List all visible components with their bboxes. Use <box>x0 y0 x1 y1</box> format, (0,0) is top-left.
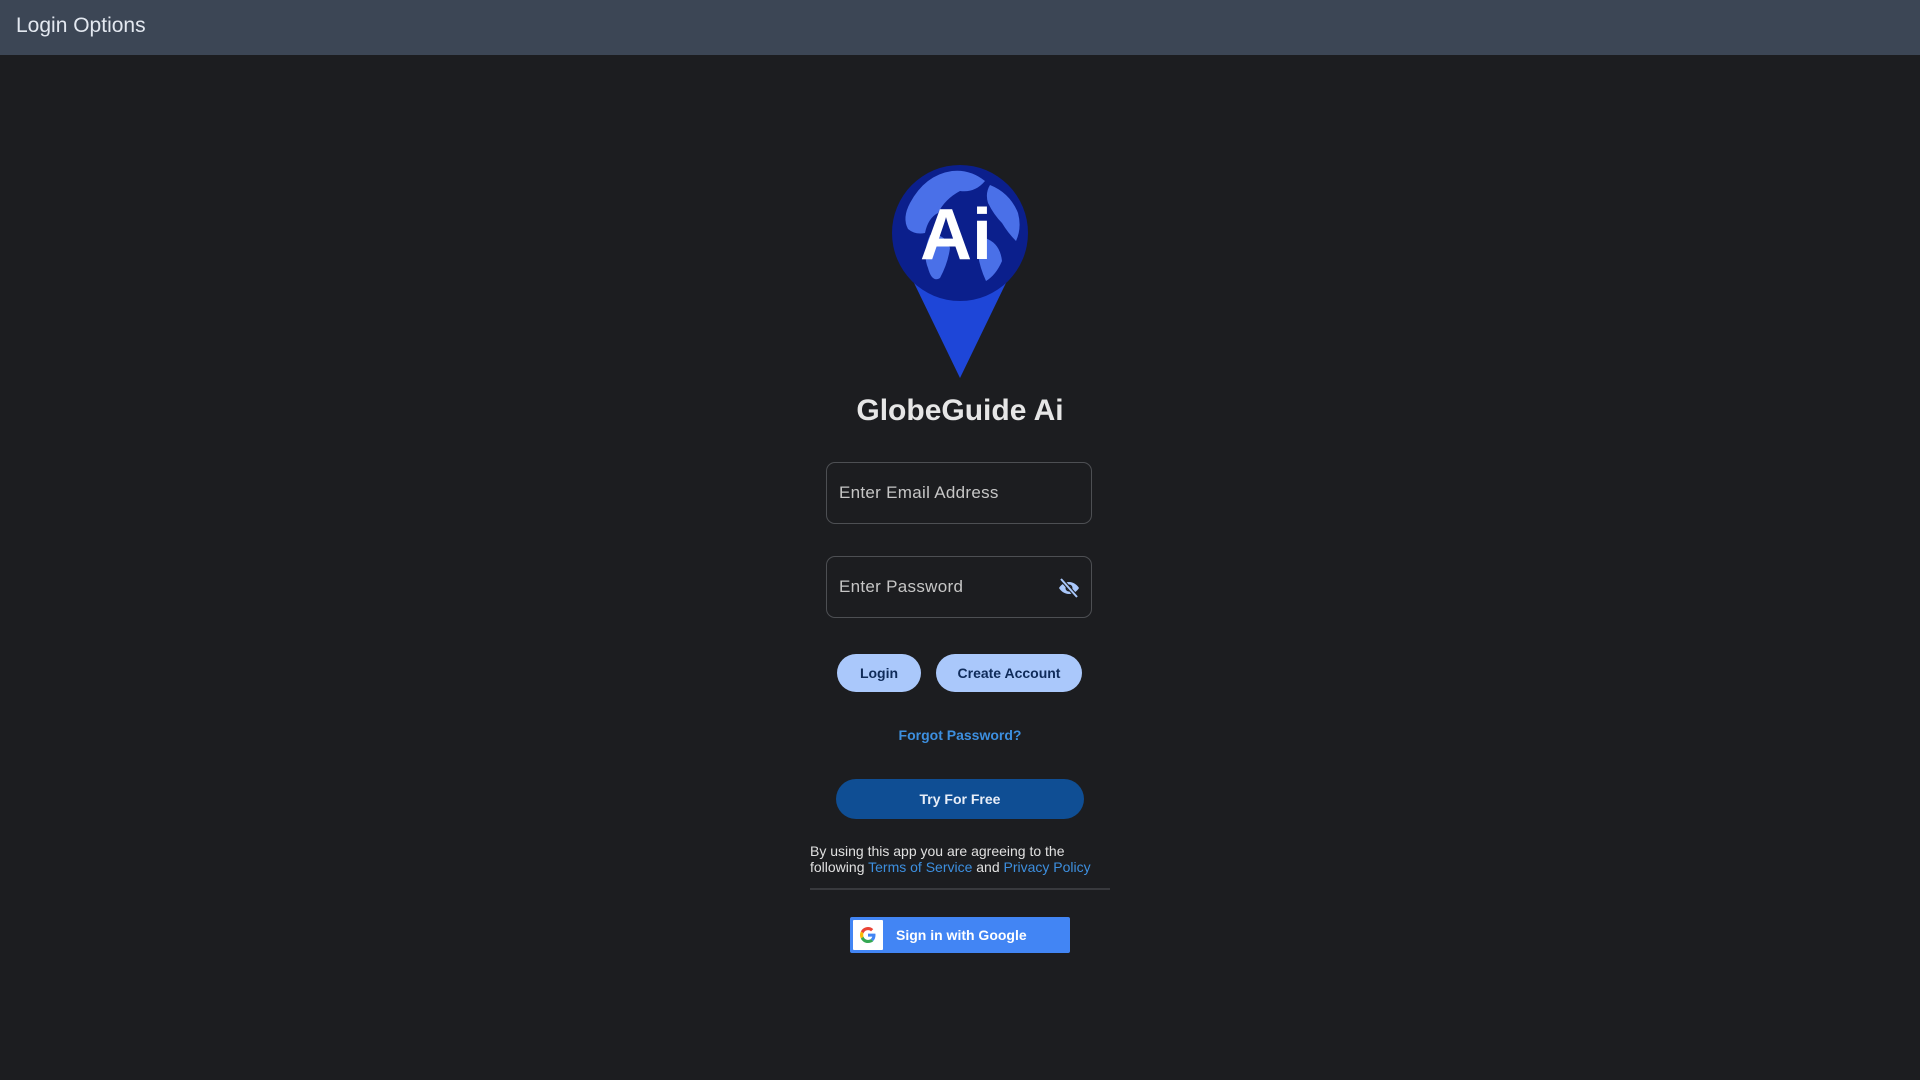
terms-notice: By using this app you are agreeing to th… <box>810 843 1110 875</box>
login-button[interactable]: Login <box>837 654 921 692</box>
privacy-policy-link[interactable]: Privacy Policy <box>1004 859 1091 875</box>
create-account-button[interactable]: Create Account <box>936 654 1082 692</box>
password-input[interactable] <box>827 557 1091 617</box>
divider <box>810 888 1110 890</box>
terms-and: and <box>976 859 1000 875</box>
forgot-password-link[interactable]: Forgot Password? <box>0 727 1920 743</box>
email-input[interactable] <box>827 463 1091 523</box>
header-title: Login Options <box>16 14 146 37</box>
terms-of-service-link[interactable]: Terms of Service <box>868 859 972 875</box>
google-sign-in-label: Sign in with Google <box>896 927 1027 943</box>
try-for-free-button[interactable]: Try For Free <box>836 779 1084 819</box>
logo-text: Ai <box>920 195 992 275</box>
email-field[interactable] <box>826 462 1092 524</box>
google-g-icon <box>853 920 883 950</box>
password-field[interactable] <box>826 556 1092 618</box>
app-header: Login Options <box>0 0 1920 55</box>
eye-off-icon[interactable] <box>1057 576 1081 600</box>
globeguide-logo-icon: Ai <box>892 165 1028 378</box>
app-title: GlobeGuide Ai <box>856 394 1064 427</box>
google-sign-in-button[interactable]: Sign in with Google <box>850 917 1070 953</box>
